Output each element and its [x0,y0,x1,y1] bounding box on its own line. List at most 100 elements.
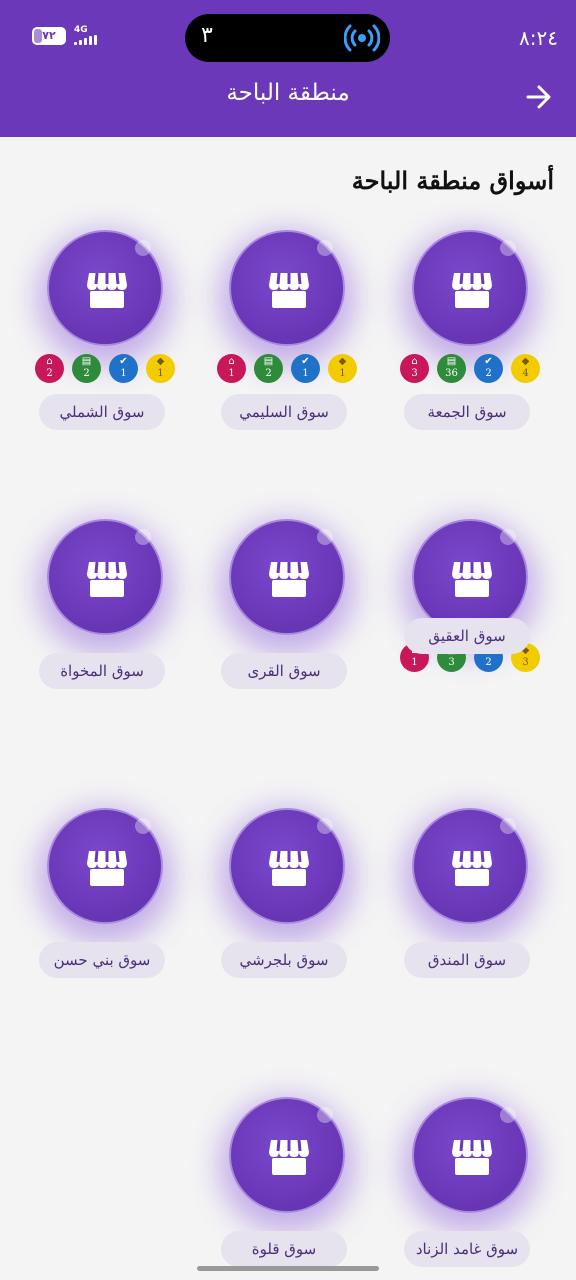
market-name-label[interactable]: سوق الشملي [39,394,165,430]
market-card[interactable]: ⌂ 2 ▤ 2 ✔ 1 ◆ 1 سوق الشملي [25,230,185,450]
market-name-label[interactable]: سوق القرى [221,653,347,689]
badge-count: 1 [228,368,235,379]
store-icon [87,850,127,886]
store-count-badge: ▤ 36 [437,354,466,383]
verified-icon: ✔ [301,356,310,367]
badge-row: ⌂ 2 ▤ 2 ✔ 1 ◆ 1 [25,354,185,383]
store-icon [452,850,492,886]
market-avatar[interactable] [412,230,528,346]
status-dot [317,1107,333,1123]
home-icon: ⌂ [411,356,418,367]
market-card[interactable]: سوق المخواة [25,519,185,739]
market-card[interactable]: سوق المندق [390,808,550,1028]
broadcast-icon [344,24,380,52]
market-avatar[interactable] [47,519,163,635]
badge-count: 4 [522,368,529,379]
home-icon: ⌂ [46,356,53,367]
badge-row: ⌂ 1 ▤ 2 ✔ 1 ◆ 1 [207,354,367,383]
market-avatar[interactable] [229,1097,345,1213]
store-icon [269,850,309,886]
diamond-count-badge: ◆ 4 [511,354,540,383]
market-name-label[interactable]: سوق الجمعة [404,394,530,430]
market-card[interactable]: ⌂1▤3✔2◆3سوق العقيق [390,519,550,739]
market-avatar[interactable] [229,230,345,346]
verified-icon: ✔ [119,356,128,367]
market-avatar[interactable] [47,230,163,346]
market-avatar[interactable] [229,519,345,635]
badge-count: 1 [157,368,164,379]
store-icon [269,272,309,308]
status-dot [317,529,333,545]
status-dot [135,818,151,834]
home-count-badge: ⌂ 2 [35,354,64,383]
market-name-label[interactable]: سوق بني حسن [39,942,165,978]
status-indicators: ٧٢ 4G [32,26,97,45]
badge-count: 2 [485,657,492,668]
market-name-label[interactable]: سوق المندق [404,942,530,978]
badge-count: 1 [302,368,309,379]
store-count-badge: ▤ 2 [254,354,283,383]
app-header: ٧٢ 4G ٣ ٨:٢٤ منطقة الباحة [0,0,576,137]
market-card[interactable]: ⌂ 3 ▤ 36 ✔ 2 ◆ 4 سوق الجمعة [390,230,550,450]
market-card[interactable]: ⌂ 1 ▤ 2 ✔ 1 ◆ 1 سوق السليمي [207,230,367,450]
market-card[interactable]: سوق قلوة [207,1097,367,1280]
store-icon [452,1139,492,1175]
store-icon [452,561,492,597]
badge-count: 3 [448,657,455,668]
badge-count: 1 [120,368,127,379]
badge-count: 2 [46,368,53,379]
store-icon [87,561,127,597]
market-name-label[interactable]: سوق بلجرشي [221,942,347,978]
market-card[interactable]: سوق بني حسن [25,808,185,1028]
home-count-badge: ⌂1 [217,354,246,383]
badge-count: 2 [83,368,90,379]
battery-icon: ٧٢ [32,26,66,45]
verified-count-badge: ✔2 [474,354,503,383]
badge-count: 2 [485,368,492,379]
market-name-label[interactable]: سوق غامد الزناد [404,1231,530,1267]
dynamic-island: ٣ [185,14,390,62]
status-time: ٨:٢٤ [519,26,558,50]
section-title: أسواق منطقة الباحة [351,166,554,195]
market-avatar[interactable] [412,808,528,924]
market-card[interactable]: سوق غامد الزناد [390,1097,550,1280]
badge-count: 2 [265,368,272,379]
market-avatar[interactable] [229,808,345,924]
market-name-label[interactable]: سوق قلوة [221,1231,347,1267]
arrow-right-icon[interactable] [524,82,554,112]
diamond-count-badge: ◆ 1 [146,354,175,383]
verified-count-badge: ✔ 1 [109,354,138,383]
market-name-label[interactable]: سوق السليمي [221,394,347,430]
badge-count: 3 [411,368,418,379]
store-count-badge: ▤ 2 [72,354,101,383]
status-dot [317,240,333,256]
diamond-icon: ◆ [156,356,165,367]
market-name-label[interactable]: سوق المخواة [39,653,165,689]
diamond-count-badge: ◆ 1 [328,354,357,383]
home-count-badge: ⌂ 3 [400,354,429,383]
diamond-icon: ◆ [338,356,347,367]
market-avatar[interactable] [412,1097,528,1213]
store-icon: ▤ [446,356,457,367]
verified-count-badge: ✔ 1 [291,354,320,383]
verified-icon: ✔ [484,356,493,367]
market-card[interactable]: سوق القرى [207,519,367,739]
badge-count: 1 [411,657,418,668]
store-icon [87,272,127,308]
page-title: منطقة الباحة [226,80,350,106]
home-indicator [197,1266,379,1271]
store-icon: ▤ [81,356,92,367]
badge-row: ⌂ 3 ▤ 36 ✔ 2 ◆ 4 [390,354,550,383]
island-count: ٣ [201,23,213,48]
store-icon [269,1139,309,1175]
status-dot [135,240,151,256]
store-icon [452,272,492,308]
market-name-label[interactable]: سوق العقيق [404,618,530,654]
market-card[interactable]: سوق بلجرشي [207,808,367,1028]
status-dot [500,818,516,834]
badge-count: 1 [339,368,346,379]
market-avatar[interactable] [47,808,163,924]
status-dot [317,818,333,834]
diamond-icon: ◆ [521,356,530,367]
badge-count: 3 [522,657,529,668]
